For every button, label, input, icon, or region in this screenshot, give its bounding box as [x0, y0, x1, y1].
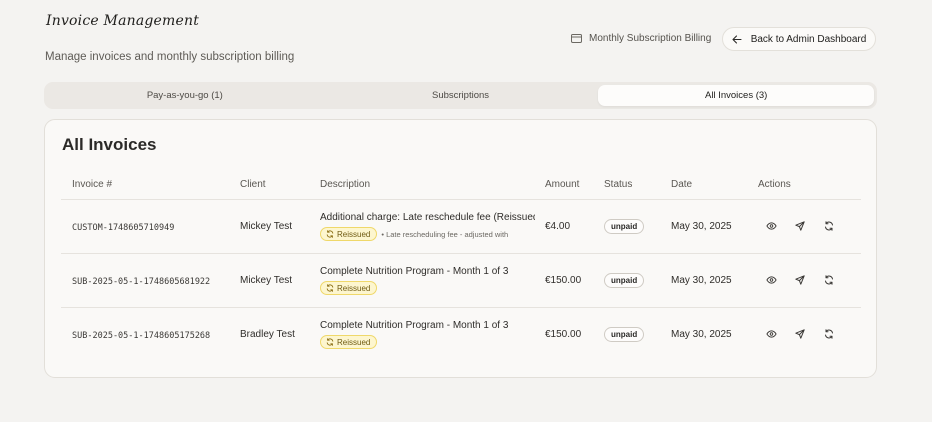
col-amount: Amount [545, 179, 580, 190]
page-title: Invoice Management [46, 13, 200, 29]
eye-icon[interactable] [765, 274, 777, 286]
page-subtitle: Manage invoices and monthly subscription… [45, 51, 295, 63]
col-actions: Actions [758, 179, 791, 190]
col-status: Status [604, 179, 633, 190]
refresh-icon[interactable] [823, 220, 835, 232]
row-actions [765, 328, 835, 340]
refresh-icon [326, 230, 334, 238]
reissued-badge: Reissued [320, 227, 378, 241]
refresh-icon [326, 338, 334, 346]
tab-all-invoices[interactable]: All Invoices (3) [598, 85, 875, 106]
status: unpaid [604, 327, 645, 342]
monthly-billing-link[interactable]: Monthly Subscription Billing [571, 33, 711, 44]
client-name: Bradley Test [240, 329, 295, 340]
reissued-badge: Reissued [320, 281, 378, 295]
back-to-admin-button[interactable]: Back to Admin Dashboard [722, 27, 876, 51]
row-actions [765, 220, 835, 232]
back-button-label: Back to Admin Dashboard [750, 33, 867, 45]
card-icon [571, 34, 582, 43]
reissued-badge: Reissued [320, 335, 378, 349]
refresh-icon [326, 284, 334, 292]
amount: €150.00 [545, 329, 582, 340]
row-actions [765, 274, 835, 286]
col-invoice-number: Invoice # [72, 179, 113, 190]
refresh-icon[interactable] [823, 274, 835, 286]
status-badge: unpaid [604, 327, 645, 342]
send-icon[interactable] [794, 274, 806, 286]
send-icon[interactable] [794, 328, 806, 340]
amount: €150.00 [545, 275, 582, 286]
col-date: Date [671, 179, 693, 190]
invoice-number: SUB-2025-05-1-1748605681922 [72, 277, 211, 287]
refresh-icon[interactable] [823, 328, 835, 340]
status: unpaid [604, 273, 645, 288]
client-name: Mickey Test [240, 221, 293, 232]
table-row: CUSTOM-1748605710949 Mickey Test Additio… [61, 200, 861, 254]
description: Additional charge: Late reschedule fee (… [320, 212, 535, 241]
description-text: Additional charge: Late reschedule fee (… [320, 212, 535, 223]
description: Complete Nutrition Program - Month 1 of … [320, 320, 535, 349]
status: unpaid [604, 219, 645, 234]
date: May 30, 2025 [671, 221, 732, 232]
amount: €4.00 [545, 221, 571, 232]
invoice-number: SUB-2025-05-1-1748605175268 [72, 331, 211, 341]
description-text: Complete Nutrition Program - Month 1 of … [320, 320, 509, 331]
table-row: SUB-2025-05-1-1748605175268 Bradley Test… [61, 308, 861, 362]
description: Complete Nutrition Program - Month 1 of … [320, 266, 535, 295]
description-text: Complete Nutrition Program - Month 1 of … [320, 266, 509, 277]
billing-link-label: Monthly Subscription Billing [589, 33, 712, 44]
table-header-row: Invoice # Client Description Amount Stat… [61, 167, 861, 200]
invoices-table: Invoice # Client Description Amount Stat… [61, 167, 861, 362]
col-description: Description [320, 179, 371, 190]
invoice-number: CUSTOM-1748605710949 [72, 223, 175, 233]
col-client: Client [240, 179, 266, 190]
status-badge: unpaid [604, 273, 645, 288]
arrow-left-icon [732, 34, 742, 44]
tab-pay-as-you-go[interactable]: Pay-as-you-go (1) [47, 85, 323, 106]
date: May 30, 2025 [671, 329, 732, 340]
send-icon[interactable] [794, 220, 806, 232]
all-invoices-card: All Invoices Invoice # Client Descriptio… [44, 119, 877, 378]
tab-subscriptions[interactable]: Subscriptions [323, 85, 599, 106]
eye-icon[interactable] [765, 220, 777, 232]
eye-icon[interactable] [765, 328, 777, 340]
card-title: All Invoices [62, 135, 157, 154]
client-name: Mickey Test [240, 275, 293, 286]
status-badge: unpaid [604, 219, 645, 234]
table-row: SUB-2025-05-1-1748605681922 Mickey Test … [61, 254, 861, 308]
invoice-tabs: Pay-as-you-go (1) Subscriptions All Invo… [44, 82, 877, 109]
reissue-note: • Late rescheduling fee - adjusted with [381, 229, 509, 239]
date: May 30, 2025 [671, 275, 732, 286]
